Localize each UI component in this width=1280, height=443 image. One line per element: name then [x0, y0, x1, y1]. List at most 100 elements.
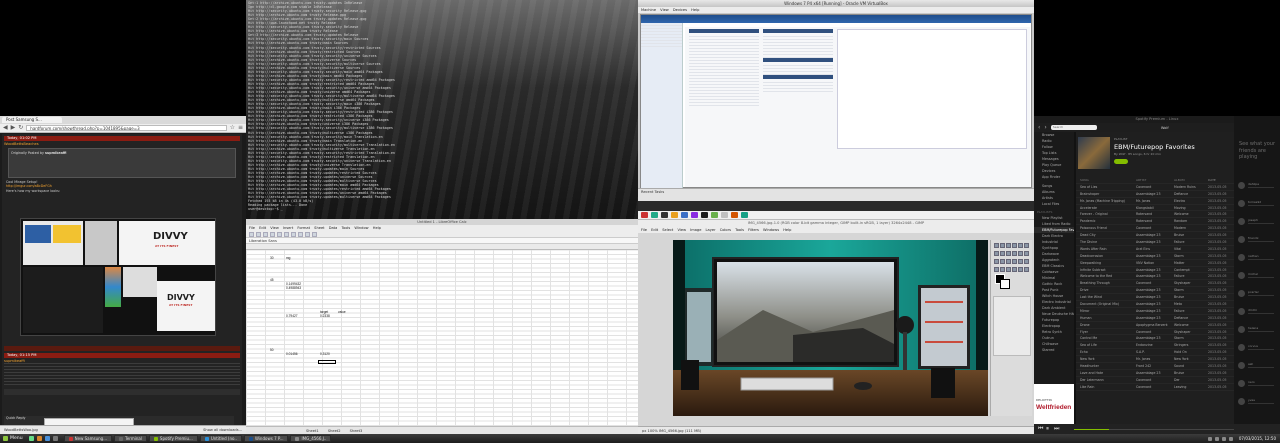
taskbar-task[interactable]: IMG_4566.J.. — [290, 435, 332, 442]
vm-guest-screen[interactable] — [640, 14, 1032, 188]
quote-author[interactable]: supmikeaffi — [45, 151, 66, 155]
track-row[interactable]: Document (Original Mix) Assemblage 23 Meta… — [1076, 301, 1234, 308]
user-name[interactable]: Wolf — [1161, 126, 1169, 130]
friend-entry[interactable]: ash — [1238, 360, 1278, 372]
track-row[interactable]: Control Me Assemblage 23 Storm 2013-05-05 — [1076, 335, 1234, 343]
rect-select-icon[interactable] — [993, 242, 999, 248]
scale-icon[interactable] — [993, 250, 999, 256]
cell[interactable]: mg — [286, 256, 290, 260]
taskbar-task[interactable]: Windows 7 P... — [243, 435, 289, 442]
track-row[interactable]: Mirror Assemblage 23 Failure 2013-05-05 — [1076, 308, 1234, 315]
forward-icon[interactable]: › — [1044, 124, 1046, 131]
text-icon[interactable] — [1005, 250, 1011, 256]
firefox-icon[interactable] — [36, 436, 42, 441]
menu-icon[interactable]: ≡ — [238, 125, 243, 131]
friend-entry[interactable]: tomas92 — [1238, 198, 1278, 210]
track-row[interactable]: Breathing Through Covenant Skyshaper 2013-0… — [1076, 280, 1234, 288]
app-icon[interactable] — [741, 212, 748, 218]
heal-icon[interactable] — [999, 258, 1005, 264]
open-icon[interactable] — [256, 231, 261, 237]
app-icon[interactable] — [661, 212, 668, 218]
friend-entry[interactable]: dmitri — [1238, 306, 1278, 318]
terminal-icon[interactable] — [52, 436, 58, 441]
crop-icon[interactable] — [1017, 242, 1023, 248]
reload-icon[interactable]: ↻ — [18, 125, 23, 131]
new-icon[interactable] — [249, 231, 254, 237]
ad-banner[interactable]: DELOITTIN Weltfrieden — [1034, 384, 1074, 424]
gradient-icon[interactable] — [993, 266, 999, 272]
track-row[interactable]: Flyer Covenant Skyshaper 2013-05-05 — [1076, 329, 1234, 336]
blur-icon[interactable] — [1005, 258, 1011, 264]
terminal-window[interactable]: Get:1 http://archive.ubuntu.com trusty-u… — [246, 0, 638, 219]
track-row[interactable]: Infinite Subtract Assemblage 23 Contempt 20… — [1076, 267, 1234, 274]
star-icon[interactable]: ☆ — [230, 125, 235, 131]
track-row[interactable]: Headhunter Front 242 Sound 2013-05-05 — [1076, 363, 1234, 370]
flip-icon[interactable] — [1023, 266, 1029, 272]
download-file[interactable]: WoodBettsWoo.jpg — [4, 428, 38, 432]
fuzzy-select-icon[interactable] — [1011, 242, 1017, 248]
track-row[interactable]: Sea of Life Endanzine Stringers 2013-05-05 — [1076, 342, 1234, 350]
start-menu-button[interactable]: Menu — [0, 436, 29, 441]
app-icon[interactable] — [721, 212, 728, 218]
undo-icon[interactable] — [298, 231, 303, 237]
workspace-screenshot[interactable]: DIVVY AT ITS FINEST DIVVY AT ITS FINEST — [20, 218, 216, 336]
play-button[interactable] — [1114, 159, 1128, 164]
cell[interactable]: value — [338, 310, 346, 314]
track-row[interactable]: Mr. Jones (Machine Tripping) Mr. Jones Ele… — [1076, 198, 1234, 205]
track-row[interactable]: Words After Rain Arzt Eins Vital 2013-05-05 — [1076, 246, 1234, 253]
sheet-tabs[interactable]: Sheet1 Sheet2 Sheet3 — [246, 426, 638, 434]
app-icon[interactable] — [671, 212, 678, 218]
cell[interactable]: 0.2338 — [320, 314, 330, 318]
friend-entry[interactable]: dahlipe — [1238, 180, 1278, 192]
taskbar-task[interactable]: Terminal — [114, 435, 147, 442]
image-canvas[interactable] — [673, 240, 988, 416]
friend-entry[interactable]: michel — [1238, 270, 1278, 282]
browser-tab[interactable]: Post Samsung S... — [2, 117, 62, 123]
column-header-album[interactable]: ALBUM — [1174, 177, 1208, 183]
progress-bar[interactable] — [1074, 429, 1234, 430]
update-icon[interactable] — [1228, 436, 1233, 441]
app-icon[interactable] — [731, 212, 738, 218]
friend-entry[interactable]: joseph — [1238, 216, 1278, 228]
friend-entry[interactable]: pcarter — [1238, 288, 1278, 300]
path-icon[interactable] — [1017, 266, 1023, 272]
cell[interactable]: 30 — [270, 256, 274, 260]
paintbrush-icon[interactable] — [1011, 250, 1017, 256]
dodge-icon[interactable] — [1017, 258, 1023, 264]
search-input[interactable]: Search — [1050, 125, 1097, 130]
zoom-icon[interactable] — [1005, 266, 1011, 272]
copy-icon[interactable] — [284, 231, 289, 237]
battery-icon[interactable] — [1221, 436, 1226, 441]
track-row[interactable]: Welcome to the Red Assemblage 23 Failure 20… — [1076, 273, 1234, 281]
track-row[interactable]: Drive Assemblage 23 Storm 2013-05-05 — [1076, 287, 1234, 295]
track-row[interactable]: Poisonous Friend Covenant Modern 2013-05-05 — [1076, 225, 1234, 233]
measure-icon[interactable] — [1011, 266, 1017, 272]
column-header-date[interactable]: DATE — [1208, 177, 1230, 183]
forward-icon[interactable]: ▶ — [11, 125, 16, 131]
show-all-downloads[interactable]: Show all downloads... — [203, 426, 242, 434]
friend-entry[interactable]: friendx — [1238, 234, 1278, 246]
friend-entry[interactable]: yves — [1238, 396, 1278, 408]
pagination[interactable] — [4, 389, 240, 395]
clock[interactable]: 07/03/2015, 12:50 — [1236, 436, 1276, 441]
chrome-icon[interactable] — [44, 436, 50, 441]
color-picker-icon[interactable] — [999, 266, 1005, 272]
friend-entry[interactable]: helena — [1238, 324, 1278, 336]
cell[interactable]: 0.4988943 — [286, 286, 301, 290]
save-icon[interactable] — [263, 231, 268, 237]
post-username[interactable]: WoodBettsBeaches — [4, 142, 240, 146]
friend-entry[interactable]: nathan — [1238, 252, 1278, 264]
column-header-artist[interactable]: ARTIST — [1136, 177, 1174, 183]
cell[interactable]: 50 — [270, 348, 274, 352]
track-row[interactable]: Drone Apoptygma Berzerk Welcome 2013-05-05 — [1076, 322, 1234, 329]
track-row[interactable]: Deadcorrosion Assemblage 23 Storm 2013-05-0… — [1076, 253, 1234, 260]
track-row[interactable]: Accelerate Klangstabil Moving 2013-05-05 — [1076, 205, 1234, 212]
ellipse-select-icon[interactable] — [999, 242, 1005, 248]
files-icon[interactable] — [28, 436, 34, 441]
track-row[interactable]: Pandemic Rotersand Random 2013-05-05 — [1076, 218, 1234, 226]
back-icon[interactable]: ‹ — [1038, 124, 1040, 131]
previous-icon[interactable]: ⏮ — [1038, 426, 1043, 432]
pause-icon[interactable]: ⏸ — [1046, 426, 1049, 432]
track-row[interactable]: Lost the Wind Assemblage 23 Bruise 2013-05-… — [1076, 294, 1234, 302]
track-row[interactable]: Human Assemblage 23 Defiance 2013-05-05 — [1076, 315, 1234, 322]
